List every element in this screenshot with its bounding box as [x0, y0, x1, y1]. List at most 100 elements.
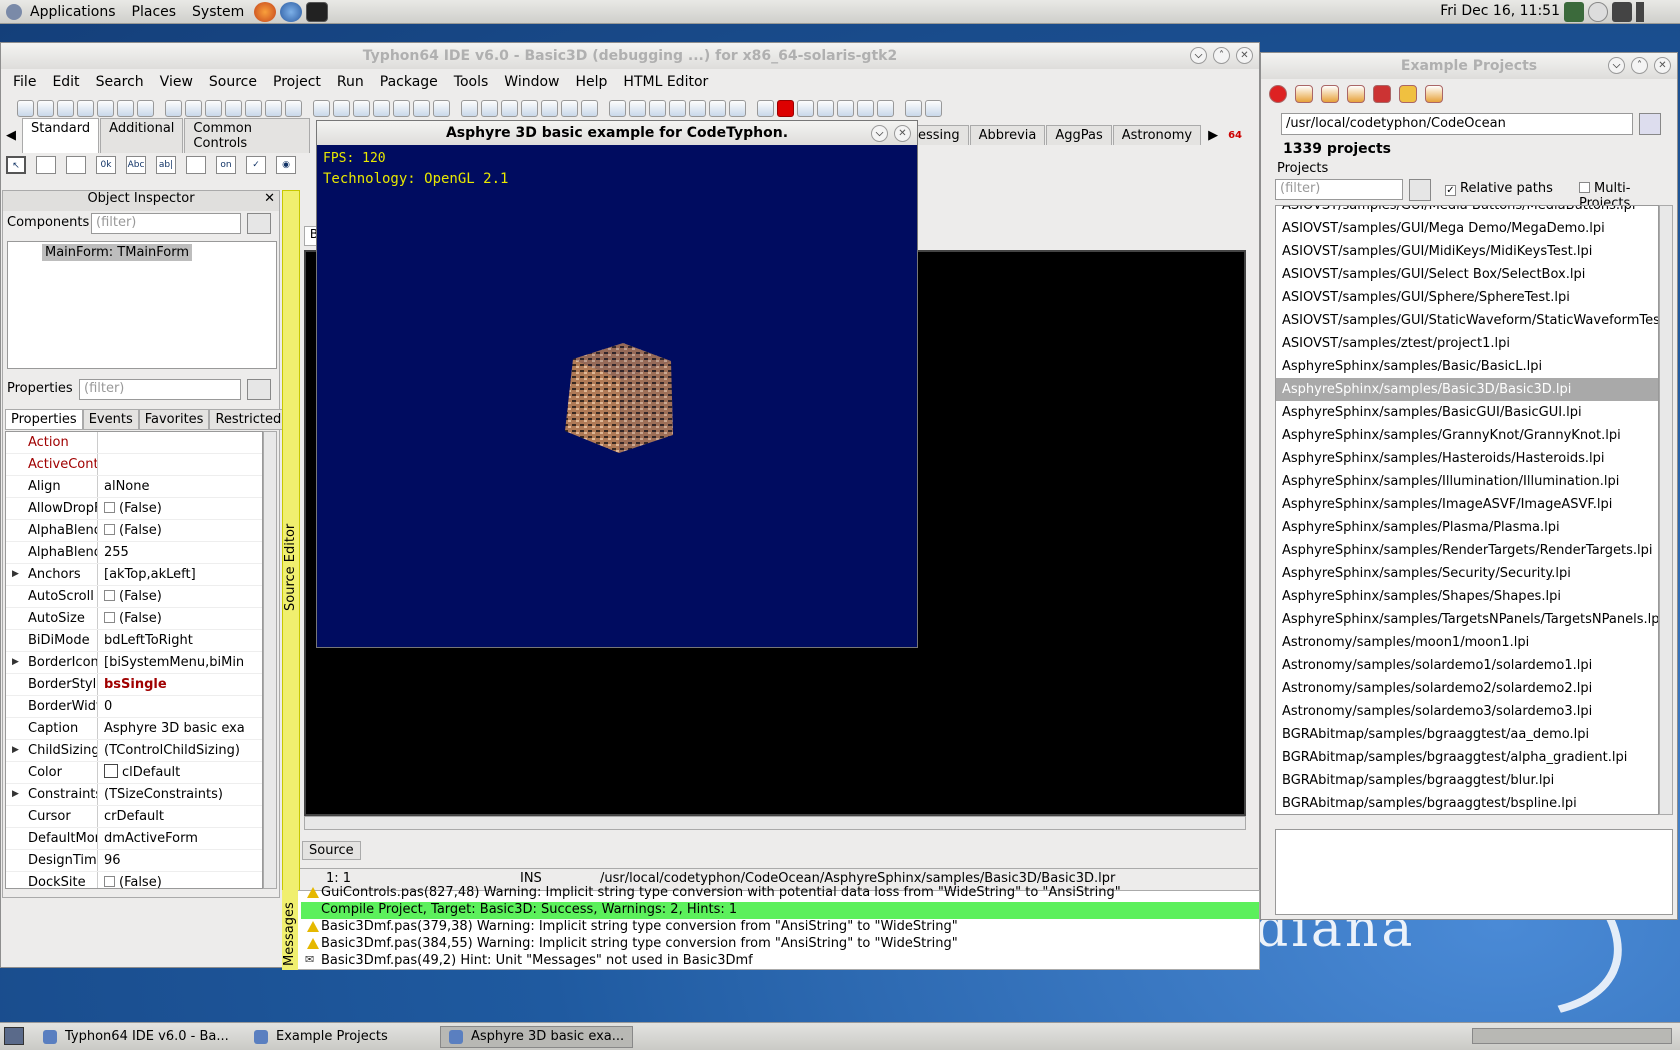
project-list-item[interactable]: AsphyreSphinx/samples/GrannyKnot/GrannyK… — [1276, 424, 1658, 447]
toolbar-button-icon[interactable] — [137, 99, 154, 117]
project-list-item[interactable]: AsphyreSphinx/samples/BasicGUI/BasicGUI.… — [1276, 401, 1658, 424]
tab-favorites[interactable]: Favorites — [138, 409, 210, 430]
codeocean-path-input[interactable]: /usr/local/codetyphon/CodeOcean — [1281, 113, 1633, 135]
property-row[interactable]: AlphaBlend (False) — [6, 520, 262, 542]
toolbar-button-icon[interactable] — [225, 99, 242, 117]
refresh-icon[interactable] — [1295, 85, 1313, 103]
palette-tab-aggpas[interactable]: AggPas — [1046, 125, 1112, 145]
toolbar-button-icon[interactable] — [413, 99, 430, 117]
menu-window[interactable]: Window — [496, 74, 567, 90]
menu-package[interactable]: Package — [372, 74, 446, 90]
expand-icon[interactable]: ▶ — [12, 740, 19, 761]
property-value[interactable]: (False) — [98, 872, 262, 888]
project-list-item[interactable]: Astronomy/samples/solardemo3/solardemo3.… — [1276, 700, 1658, 723]
property-value[interactable] — [98, 432, 262, 453]
project-list-item[interactable]: ASIOVST/samples/GUI/Sphere/SphereTest.lp… — [1276, 286, 1658, 309]
tab-properties[interactable]: Properties — [5, 409, 83, 430]
property-row[interactable]: ▶ Anchors [akTop,akLeft] — [6, 564, 262, 586]
property-row[interactable]: Cursor crDefault — [6, 806, 262, 828]
palette-scroll-right-icon[interactable]: ▶ — [1202, 128, 1224, 143]
property-row[interactable]: BiDiMode bdLeftToRight — [6, 630, 262, 652]
tlabel-icon[interactable]: Abc — [126, 156, 146, 174]
tbutton-icon[interactable]: 0k — [96, 156, 116, 174]
toolbar-button-icon[interactable] — [393, 99, 410, 117]
checkbox-unchecked[interactable] — [104, 590, 115, 601]
property-row[interactable]: Action — [6, 432, 262, 454]
toolbar-button-icon[interactable] — [877, 99, 894, 117]
toolbar-button-icon[interactable] — [265, 99, 282, 117]
toolbar-button-icon[interactable] — [433, 99, 450, 117]
project-list-item[interactable]: BGRAbitmap/samples/bgraaggtest/bspline.l… — [1276, 792, 1658, 814]
menu-html-editor[interactable]: HTML Editor — [615, 74, 716, 90]
toolbar-button-icon[interactable] — [817, 99, 834, 117]
pointer-tool-icon[interactable]: ↖ — [6, 156, 26, 174]
property-row[interactable]: ActiveControl — [6, 454, 262, 476]
message-line[interactable]: Compile Project, Target: Basic3D: Succes… — [301, 902, 1259, 919]
projects-scrollbar[interactable] — [1659, 205, 1673, 815]
property-value[interactable]: 255 — [98, 542, 262, 563]
property-value[interactable]: (TSizeConstraints) — [98, 784, 262, 805]
property-row[interactable]: DockSite (False) — [6, 872, 262, 888]
clock-applet-icon[interactable] — [1588, 2, 1608, 22]
project-list-item[interactable]: Astronomy/samples/solardemo1/solardemo1.… — [1276, 654, 1658, 677]
toolbar-button-icon[interactable] — [541, 99, 558, 117]
project-list-item[interactable]: AsphyreSphinx/samples/TargetsNPanels/Tar… — [1276, 608, 1658, 631]
system-menu[interactable]: System — [184, 4, 252, 20]
property-value[interactable]: bdLeftToRight — [98, 630, 262, 651]
toolbar-button-icon[interactable] — [313, 99, 330, 117]
close-icon[interactable]: ✕ — [894, 125, 911, 142]
toolbar-button-icon[interactable] — [905, 99, 922, 117]
tedit-icon[interactable]: ab| — [156, 156, 176, 174]
tcheckbox-icon[interactable]: ✓ — [246, 156, 266, 174]
toolbar-button-icon[interactable] — [37, 99, 54, 117]
message-line[interactable]: Basic3Dmf.pas(379,38) Warning: Implicit … — [301, 919, 1259, 936]
thunderbird-icon[interactable] — [280, 1, 303, 22]
toolbar-button-icon[interactable] — [729, 99, 746, 117]
property-row[interactable]: ▶ BorderIcons [biSystemMenu,biMin — [6, 652, 262, 674]
maximize-icon[interactable]: ˄ — [1631, 57, 1648, 74]
foot-icon[interactable] — [6, 3, 22, 20]
palette-tab-astronomy[interactable]: Astronomy — [1112, 125, 1202, 145]
components-filter-input[interactable]: (filter) — [91, 213, 241, 234]
taskbar-button[interactable]: Typhon64 IDE v6.0 - Ba... — [34, 1026, 238, 1048]
message-line[interactable]: ✉ Basic3Dmf.pas(49,2) Hint: Unit "Message… — [301, 953, 1259, 970]
project-list-item[interactable]: Astronomy/samples/solardemo2/solardemo2.… — [1276, 677, 1658, 700]
color-swatch[interactable] — [104, 764, 118, 778]
menu-source[interactable]: Source — [201, 74, 265, 90]
workspace-switcher[interactable] — [1472, 1028, 1672, 1044]
property-value[interactable]: 96 — [98, 850, 262, 871]
property-row[interactable]: AutoSize (False) — [6, 608, 262, 630]
palette-tab-abbrevia[interactable]: Abbrevia — [969, 125, 1046, 145]
project-list-item[interactable]: BGRAbitmap/samples/bgraaggtest/aa_demo.l… — [1276, 723, 1658, 746]
filter-clear-button[interactable] — [1409, 179, 1431, 201]
toolbar-button-icon[interactable] — [77, 99, 94, 117]
ide-titlebar[interactable]: Typhon64 IDE v6.0 - Basic3D (debugging .… — [1, 43, 1259, 69]
property-value[interactable]: alNone — [98, 476, 262, 497]
property-grid-scrollbar[interactable] — [263, 431, 277, 889]
close-icon[interactable]: ✕ — [264, 191, 275, 206]
property-row[interactable]: DefaultMonito dmActiveForm — [6, 828, 262, 850]
toolbar-button-icon[interactable] — [669, 99, 686, 117]
stop-debug-icon[interactable] — [777, 99, 794, 117]
properties-filter-clear-button[interactable] — [247, 379, 271, 400]
projects-list[interactable]: ASIOVST/samples/GUI/Media Buttons/MediaB… — [1275, 205, 1659, 815]
tradiobutton-icon[interactable]: ◉ — [276, 156, 296, 174]
toolbar-button-icon[interactable] — [709, 99, 726, 117]
property-value[interactable]: (False) — [98, 520, 262, 541]
project-list-item[interactable]: Astronomy/samples/moon1/moon1.lpi — [1276, 631, 1658, 654]
project-list-item[interactable]: AsphyreSphinx/samples/Plasma/Plasma.lpi — [1276, 516, 1658, 539]
menu-file[interactable]: File — [5, 74, 44, 90]
toolbar-button-icon[interactable] — [837, 99, 854, 117]
expand-icon[interactable]: ▶ — [12, 564, 19, 585]
property-row[interactable]: AlphaBlendVa 255 — [6, 542, 262, 564]
project-list-item[interactable]: AsphyreSphinx/samples/Basic/BasicL.lpi — [1276, 355, 1658, 378]
toolbar-button-icon[interactable] — [857, 99, 874, 117]
close-icon[interactable]: ✕ — [1654, 57, 1671, 74]
browse-folder-button[interactable] — [1639, 113, 1661, 135]
ttogglebox-icon[interactable]: on — [216, 156, 236, 174]
toolbar-button-icon[interactable] — [521, 99, 538, 117]
toolbar-button-icon[interactable] — [561, 99, 578, 117]
project-list-item[interactable]: AsphyreSphinx/samples/Security/Security.… — [1276, 562, 1658, 585]
source-editor-strip[interactable]: Source Editor — [282, 190, 300, 898]
toolbar-button-icon[interactable] — [245, 99, 262, 117]
